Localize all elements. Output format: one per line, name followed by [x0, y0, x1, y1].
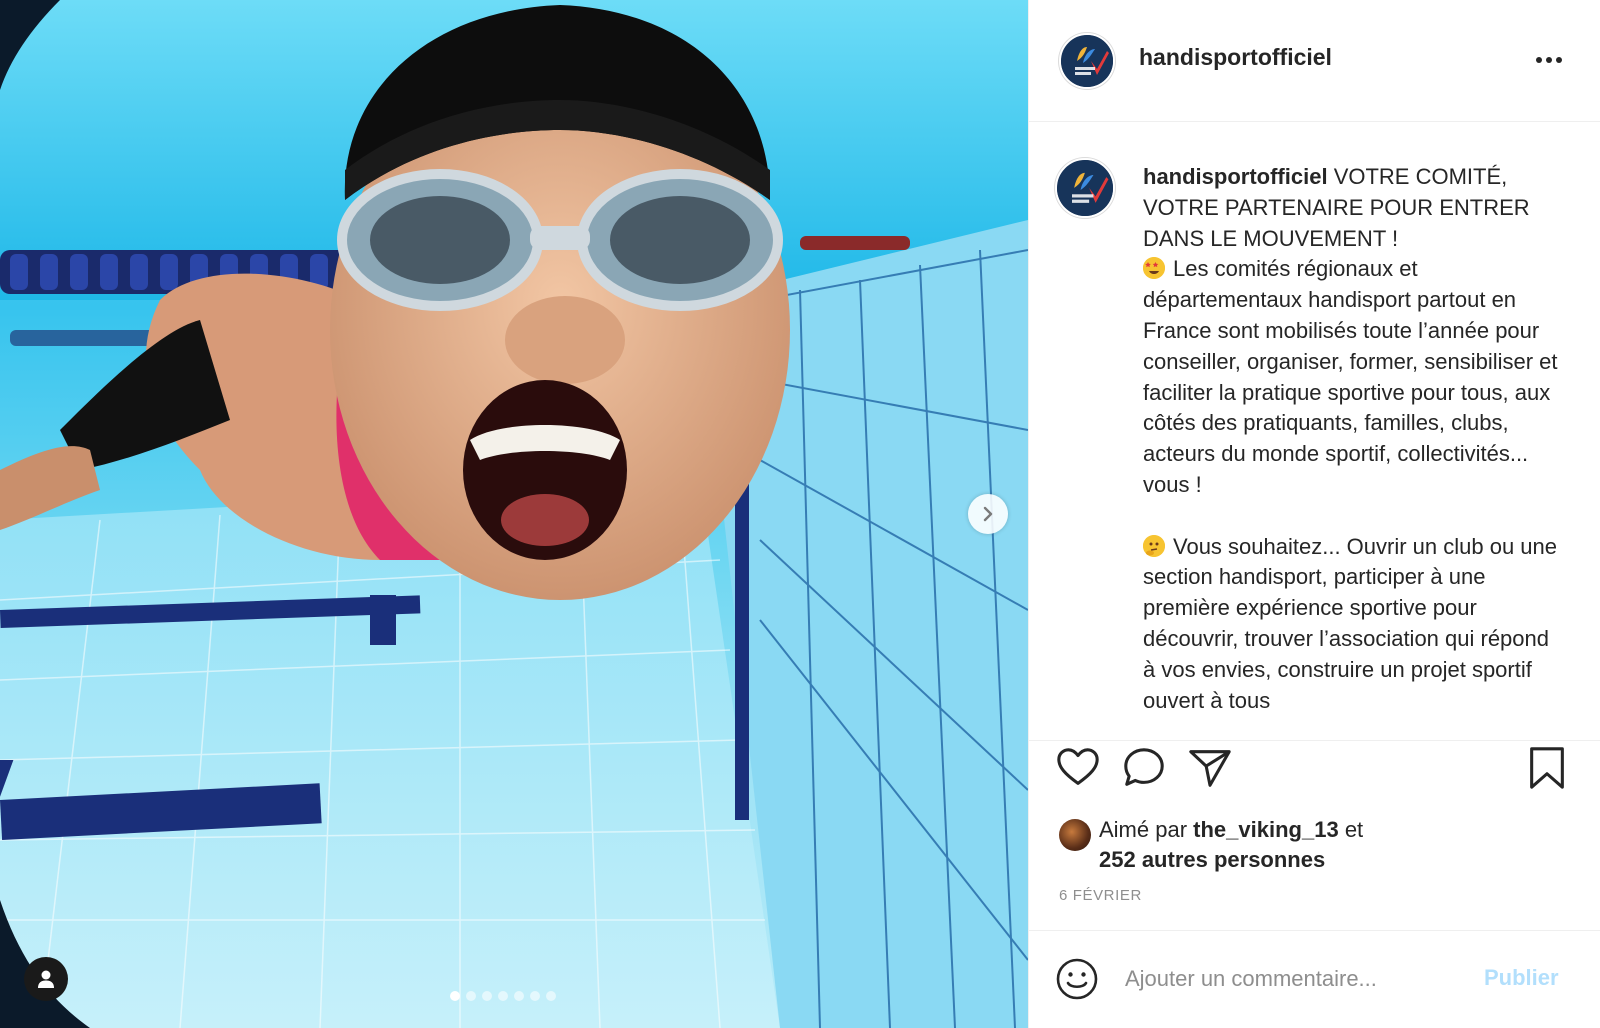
- caption-heading-line-1: VOTRE COMITÉ,: [1333, 164, 1508, 189]
- likes-text: Aimé par the_viking_13 et 252 autres per…: [1099, 815, 1499, 875]
- user-tag-icon: [38, 970, 54, 988]
- publish-comment-button[interactable]: Publier: [1484, 965, 1559, 991]
- carousel-dot: [498, 991, 508, 1001]
- caption-heading: handisportofficiel VOTRE COMITÉ, VOTRE PA…: [1143, 162, 1563, 254]
- caption-paragraph-1: Les comités régionaux et départementaux …: [1143, 254, 1563, 500]
- carousel-indicator: [450, 991, 556, 1001]
- likes-connector: et: [1344, 817, 1364, 842]
- carousel-dot: [466, 991, 476, 1001]
- more-options-icon: [1536, 57, 1562, 63]
- caption-author-avatar[interactable]: [1055, 158, 1115, 218]
- likes-others-link[interactable]: 252 autres personnes: [1099, 847, 1325, 872]
- liker-avatar[interactable]: [1059, 819, 1091, 851]
- heart-icon: [1057, 748, 1099, 785]
- carousel-dot: [450, 991, 460, 1001]
- tagged-users-button[interactable]: [24, 957, 68, 1001]
- carousel-dot: [530, 991, 540, 1001]
- thinking-emoji-icon: [1143, 534, 1165, 557]
- liker-username[interactable]: the_viking_13: [1193, 817, 1339, 842]
- carousel-dot: [514, 991, 524, 1001]
- carousel-dot: [546, 991, 556, 1001]
- caption-heading-line-3: DANS LE MOUVEMENT !: [1143, 225, 1399, 251]
- send-paper-plane-icon: [1189, 750, 1231, 787]
- save-button[interactable]: [1525, 745, 1569, 796]
- caption-paragraph-1-text: Les comités régionaux et départementaux …: [1143, 256, 1558, 497]
- post-author-username[interactable]: handisportofficiel: [1139, 44, 1332, 71]
- chevron-right-icon: [983, 506, 993, 522]
- caption-paragraph-2: Vous souhaitez... Ouvrir un club ou une …: [1143, 532, 1563, 717]
- smiley-icon: [1056, 958, 1098, 1000]
- post-caption: handisportofficiel VOTRE COMITÉ, VOTRE PA…: [1029, 122, 1600, 740]
- add-comment-bar: Publier: [1029, 930, 1600, 1028]
- caption-text: handisportofficiel VOTRE COMITÉ, VOTRE PA…: [1143, 162, 1563, 716]
- likes-prefix: Aimé par: [1099, 817, 1188, 842]
- bookmark-icon: [1530, 747, 1564, 789]
- post-details-panel: handisportofficiel handisportofficiel VO…: [1028, 0, 1600, 1028]
- comment-button[interactable]: [1121, 745, 1167, 796]
- more-options-button[interactable]: [1529, 48, 1569, 72]
- post-date[interactable]: 6 FÉVRIER: [1059, 887, 1142, 904]
- profile-avatar[interactable]: [1059, 33, 1115, 89]
- star-struck-emoji-icon: [1143, 257, 1165, 280]
- handisport-logo-icon: [1057, 160, 1113, 216]
- emoji-picker-button[interactable]: [1055, 957, 1099, 1006]
- caption-paragraph-2-text: Vous souhaitez... Ouvrir un club ou une …: [1143, 533, 1558, 713]
- carousel-next-button[interactable]: [968, 494, 1008, 534]
- carousel-dot: [482, 991, 492, 1001]
- post-actions-section: Aimé par the_viking_13 et 252 autres per…: [1029, 740, 1600, 930]
- caption-author-username[interactable]: handisportofficiel: [1143, 164, 1328, 189]
- caption-heading-line-2: VOTRE PARTENAIRE POUR ENTRER: [1143, 194, 1530, 220]
- handisport-logo-icon: [1061, 35, 1113, 87]
- post-photo[interactable]: [0, 0, 1028, 1028]
- comment-bubble-icon: [1124, 748, 1164, 786]
- comment-input[interactable]: [1125, 959, 1455, 999]
- swimmer-underwater-image: [0, 0, 1028, 1028]
- share-button[interactable]: [1187, 745, 1233, 796]
- like-button[interactable]: [1055, 745, 1101, 796]
- post-header: handisportofficiel: [1029, 0, 1600, 122]
